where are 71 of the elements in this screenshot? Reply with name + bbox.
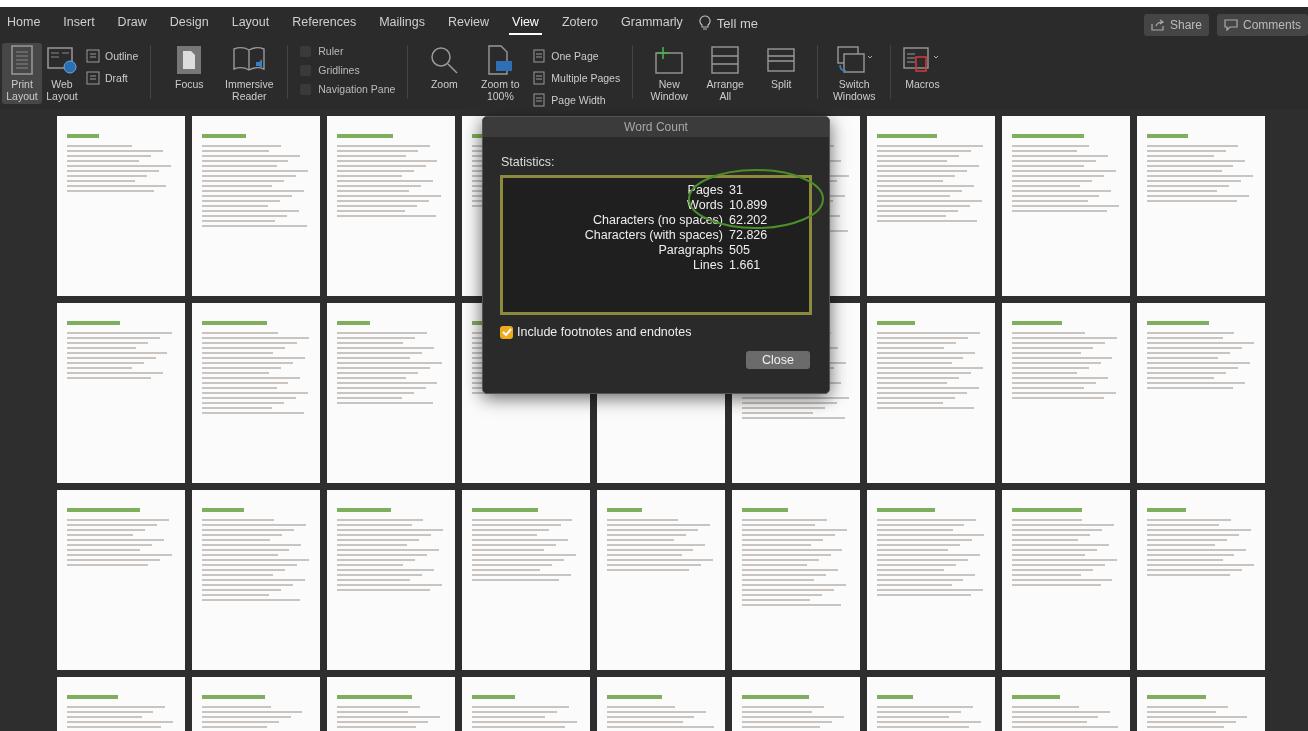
window-button[interactable]: New Window <box>641 43 698 104</box>
close-button[interactable]: Close <box>746 351 810 369</box>
show-checkbox[interactable]: Ruler <box>300 45 396 57</box>
focus-icon <box>176 45 203 75</box>
statistics-heading: Statistics: <box>501 155 556 169</box>
footnotes-option[interactable]: Include footnotes and endnotes <box>500 325 812 339</box>
new-window-icon <box>653 45 686 75</box>
stat-label: Lines <box>692 258 723 272</box>
share-icon <box>1150 19 1165 31</box>
stat-value: 31 <box>729 183 744 197</box>
macros-button[interactable]: Macros <box>899 43 946 92</box>
comments-button[interactable]: Comments <box>1217 14 1308 36</box>
stat-value: 72.826 <box>729 228 769 242</box>
window-button[interactable]: Arrange All <box>697 43 754 104</box>
ribbon-tab[interactable]: Insert <box>60 11 98 35</box>
ribbon-tab[interactable]: Review <box>445 11 493 35</box>
checkmark-icon <box>500 326 513 338</box>
switch-windows-button[interactable]: Switch Windows <box>826 43 883 104</box>
zoom-100-button[interactable]: Zoom to 100% <box>472 43 529 104</box>
page-icon <box>10 45 34 75</box>
document-icon <box>86 49 100 63</box>
checkbox-label: Ruler <box>318 45 344 57</box>
checkbox[interactable] <box>500 325 513 339</box>
ribbon-tab[interactable]: Zotero <box>558 11 602 35</box>
ribbon-tab[interactable]: Mailings <box>376 11 429 35</box>
arrange-icon <box>710 45 741 75</box>
page-view-button[interactable]: Page Width <box>532 93 621 107</box>
show-checkbox[interactable]: Navigation Pane <box>300 83 396 95</box>
stat-value: 62.202 <box>729 213 769 227</box>
ribbon-tab[interactable]: Draw <box>114 11 150 35</box>
speech-bubble-icon <box>1224 19 1238 31</box>
ribbon-tab[interactable]: Design <box>166 11 212 35</box>
split-window-icon <box>766 45 797 75</box>
focus-button[interactable]: Focus <box>159 43 220 92</box>
web-layout-button[interactable]: Web Layout <box>42 43 82 104</box>
page-icon <box>532 93 547 107</box>
page-zoom-icon <box>487 45 514 75</box>
stat-label: Pages <box>686 183 723 197</box>
stat-label: Paragraphs <box>657 243 723 257</box>
share-button[interactable]: Share <box>1143 14 1209 36</box>
view-mode-button[interactable]: Draft <box>86 71 139 85</box>
immersive-reader-button[interactable]: Immersive Reader <box>219 43 280 104</box>
ribbon-tab[interactable]: Grammarly <box>618 11 686 35</box>
stat-label: Words <box>686 198 723 212</box>
ribbon-tab[interactable]: View <box>509 11 542 35</box>
page-view-button[interactable]: Multiple Pages <box>532 71 621 85</box>
ribbon-tab[interactable]: References <box>289 11 360 35</box>
stat-value: 1.661 <box>729 258 762 272</box>
magnifier-icon <box>429 45 460 75</box>
zoom-button[interactable]: Zoom <box>416 43 473 92</box>
ribbon-tab[interactable]: Home <box>4 11 44 35</box>
view-mode-button[interactable]: Outline <box>86 49 139 63</box>
stat-label: Characters (with spaces) <box>583 228 723 242</box>
dialog-title: Word Count <box>483 117 829 137</box>
checkbox-label: Include footnotes and endnotes <box>517 325 692 339</box>
web-page-icon <box>46 45 78 75</box>
document-icon <box>86 71 100 85</box>
page-icon <box>532 49 547 63</box>
stat-value: 10.899 <box>729 198 769 212</box>
window-button[interactable]: Split <box>753 43 810 92</box>
print-layout-button[interactable]: Print Layout <box>2 43 42 104</box>
show-checkbox[interactable]: Gridlines <box>300 64 396 76</box>
page-view-button[interactable]: One Page <box>532 49 621 63</box>
ribbon-tab[interactable]: Layout <box>228 11 273 35</box>
checkbox-label: Gridlines <box>318 64 360 76</box>
checkbox-label: Navigation Pane <box>318 83 396 95</box>
tell-me-search[interactable]: Tell me <box>716 15 759 31</box>
page-icon <box>532 71 547 85</box>
lightbulb-icon <box>698 15 711 31</box>
stat-value: 505 <box>729 243 751 257</box>
windows-icon <box>834 45 875 75</box>
